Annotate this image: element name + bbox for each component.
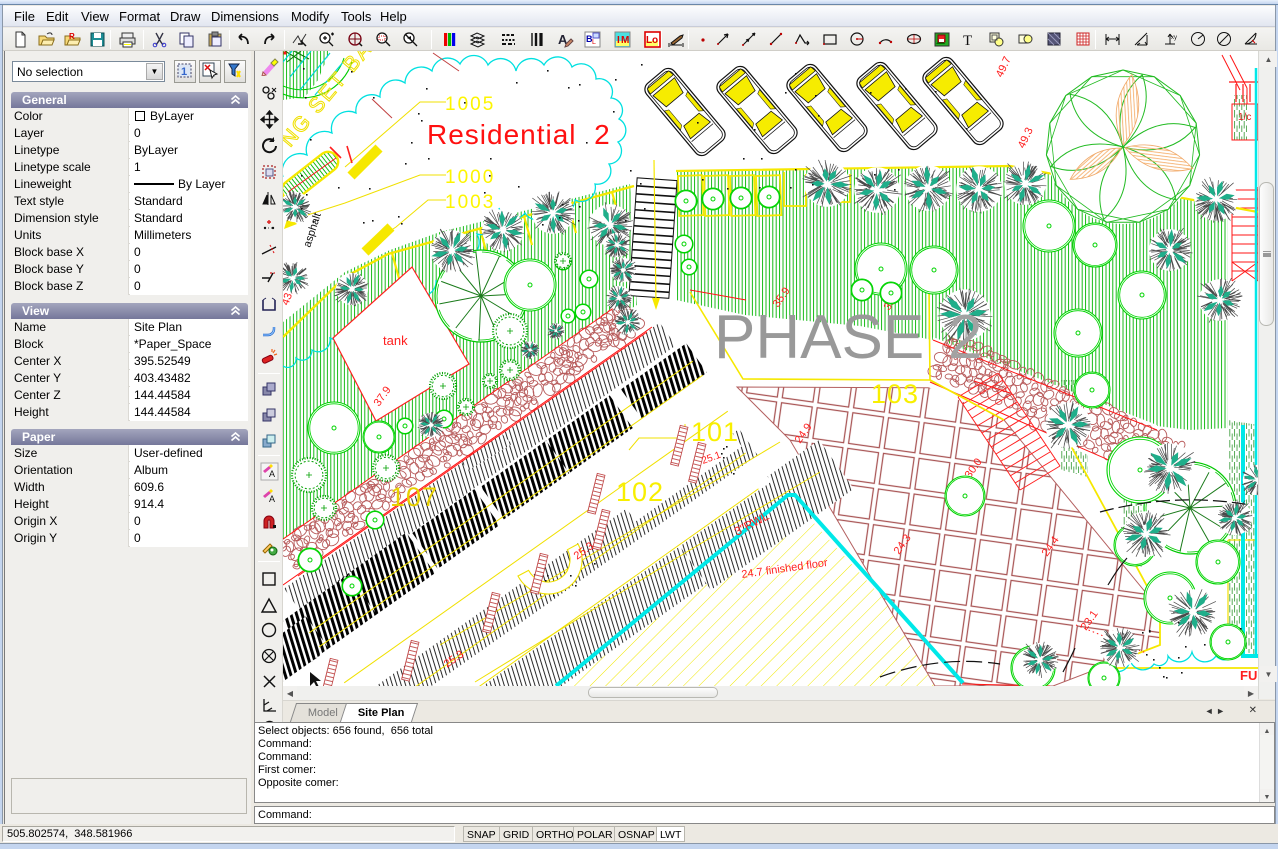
- svg-text:Residential 2: Residential 2: [427, 119, 611, 150]
- svg-text:o: o: [652, 35, 658, 46]
- svg-text:2: 2: [948, 303, 982, 372]
- svg-text:103: 103: [871, 379, 919, 409]
- svg-text:A: A: [269, 494, 275, 504]
- svg-text:M: M: [621, 35, 629, 46]
- svg-text:1: 1: [181, 66, 187, 78]
- svg-text:xy: xy: [1171, 35, 1177, 41]
- svg-text:PHASE: PHASE: [714, 303, 924, 372]
- svg-text:I: I: [617, 35, 620, 46]
- svg-text:T: T: [963, 33, 972, 48]
- svg-text:A: A: [269, 469, 275, 479]
- svg-text:107: 107: [390, 482, 438, 512]
- svg-text:FU: FU: [1240, 668, 1257, 683]
- svg-text:L: L: [592, 39, 596, 46]
- svg-text:1005: 1005: [445, 94, 495, 115]
- svg-text:1003: 1003: [445, 192, 495, 213]
- svg-text:1/c: 1/c: [1238, 112, 1251, 123]
- svg-text:102: 102: [616, 477, 664, 507]
- svg-text:tank: tank: [383, 333, 408, 348]
- svg-text:R: R: [69, 32, 75, 41]
- svg-text:101: 101: [691, 417, 739, 447]
- svg-text:1000: 1000: [445, 167, 495, 188]
